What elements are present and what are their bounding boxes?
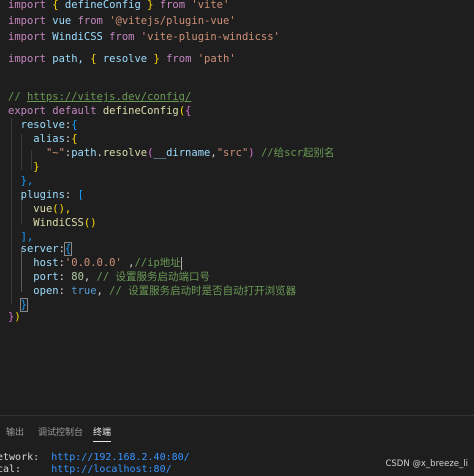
bottom-panel: 输出 调试控制台 终端 etwork: http://192.168.2.40:… [0,415,474,475]
code-line-19: open: true, // 设置服务启动时是否自动打开浏览器 [33,285,297,297]
code-line-3: import WindiCSS from 'vite-plugin-windic… [8,31,280,43]
code-line-2: import vue from '@vitejs/plugin-vue' [8,15,236,27]
tab-output[interactable]: 输出 [6,425,24,441]
code-line-9: "~":path.resolve(__dirname,"src") //给scr… [45,147,335,159]
config-link[interactable]: https://vitejs.dev/config/ [27,91,191,103]
text-cursor [180,256,182,270]
code-line-4: import path, { resolve } from 'path' [8,53,236,65]
tab-terminal[interactable]: 终端 [93,425,112,442]
code-line-21: }) [8,311,21,323]
watermark: CSDN @x_breeze_li [385,459,468,469]
code-editor[interactable]: import { defineConfig } from 'vite' impo… [0,0,474,415]
code-line-1: import { defineConfig } from 'vite' [8,0,230,11]
network-url-link[interactable]: http://192.168.2.40:80/ [51,452,189,463]
tab-debug-console[interactable]: 调试控制台 [38,425,83,441]
